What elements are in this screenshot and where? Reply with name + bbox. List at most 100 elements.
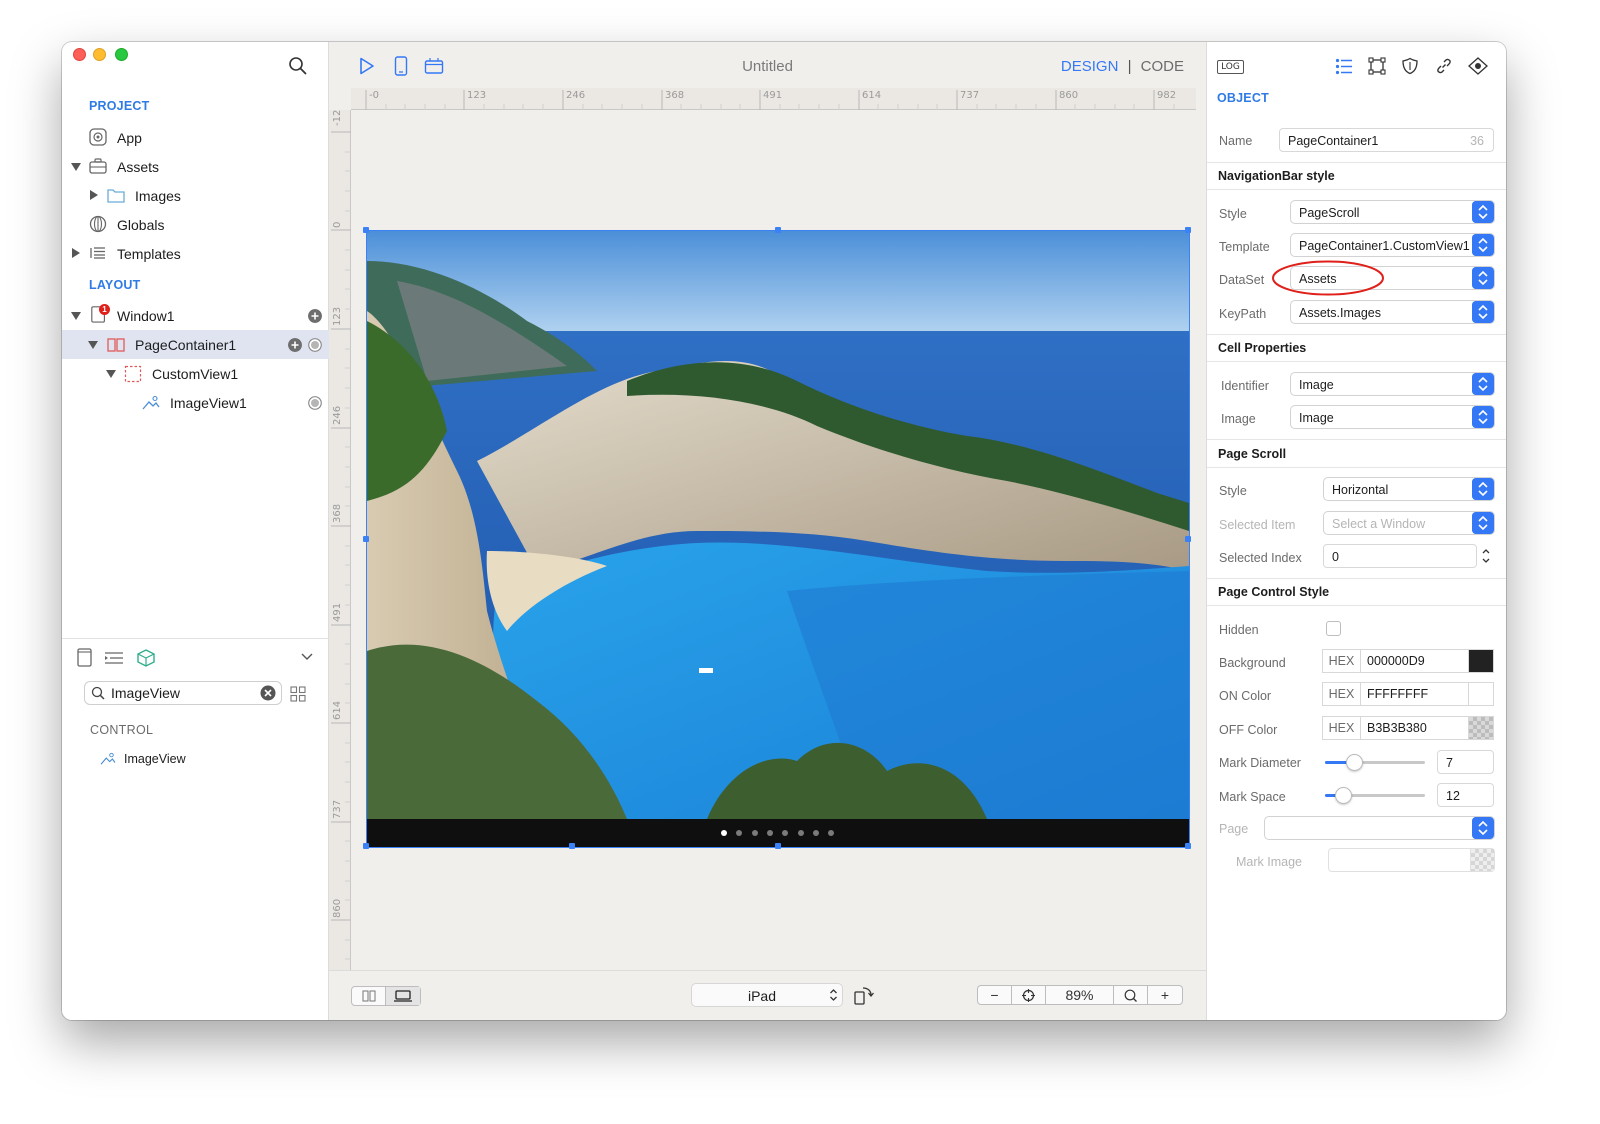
disclosure-triangle-icon[interactable] [71, 163, 81, 171]
resize-handle[interactable] [775, 843, 781, 849]
on-color-field[interactable]: HEX FFFFFFFF [1322, 682, 1494, 706]
slider-knob[interactable] [1346, 754, 1363, 771]
background-color-field[interactable]: HEX 000000D9 [1322, 649, 1494, 673]
resize-handle[interactable] [569, 843, 575, 849]
mark-space-slider[interactable] [1325, 787, 1425, 804]
slider-knob[interactable] [1335, 787, 1352, 804]
rotate-device-icon[interactable] [853, 985, 875, 1005]
tree-item-templates[interactable]: Templates [62, 239, 329, 268]
mark-diameter-field[interactable]: 7 [1437, 750, 1494, 774]
resize-handle[interactable] [1185, 536, 1191, 542]
page-dot[interactable] [813, 830, 819, 836]
style-popup[interactable]: PageScroll [1290, 200, 1495, 224]
portrait-button[interactable] [352, 987, 386, 1005]
resize-handle[interactable] [363, 843, 369, 849]
code-tab[interactable]: CODE [1141, 58, 1184, 75]
mark-image-well[interactable] [1328, 848, 1495, 872]
file-inspector-icon[interactable] [77, 648, 93, 668]
center-toolbar: Untitled DESIGN | CODE [329, 42, 1206, 88]
resize-handle[interactable] [363, 536, 369, 542]
design-canvas-area: Untitled DESIGN | CODE -0 123 246 368 49… [329, 42, 1206, 1020]
device-selector[interactable]: iPad [691, 983, 843, 1007]
page-dot[interactable] [782, 830, 788, 836]
close-window-button[interactable] [73, 48, 86, 61]
tree-item-imageview1[interactable]: ImageView1 [62, 388, 329, 417]
minimize-window-button[interactable] [93, 48, 106, 61]
page-popup[interactable] [1264, 816, 1495, 840]
disclosure-triangle-icon[interactable] [72, 248, 80, 258]
resize-handle[interactable] [363, 227, 369, 233]
error-badge: 1 [99, 304, 110, 315]
page-dot[interactable] [721, 830, 727, 836]
page-dot[interactable] [828, 830, 834, 836]
resize-handle[interactable] [775, 227, 781, 233]
background-color-swatch[interactable] [1468, 650, 1493, 672]
tree-item-window1[interactable]: 1 Window1 [62, 301, 329, 330]
object-inspector-icon[interactable] [1335, 58, 1353, 75]
selected-index-field[interactable]: 0 [1323, 544, 1477, 568]
zoom-out-button[interactable]: − [978, 986, 1012, 1004]
zoom-in-button[interactable]: + [1148, 986, 1182, 1004]
options-circle-icon[interactable] [308, 396, 322, 410]
hidden-checkbox[interactable] [1326, 621, 1341, 636]
resize-handle[interactable] [1185, 227, 1191, 233]
tree-item-label: ImageView1 [170, 394, 247, 411]
link-icon[interactable] [1435, 57, 1453, 75]
beach-photo[interactable] [367, 231, 1189, 819]
options-circle-icon[interactable] [308, 338, 322, 352]
resize-handle[interactable] [1185, 843, 1191, 849]
tree-item-images[interactable]: Images [62, 181, 329, 210]
shield-icon[interactable] [1401, 57, 1419, 75]
tree-item-app[interactable]: App [62, 123, 329, 152]
on-color-swatch[interactable] [1468, 683, 1493, 705]
image-popup[interactable]: Image [1290, 405, 1495, 429]
layout-frame-icon[interactable] [1368, 57, 1386, 75]
page-dot[interactable] [767, 830, 773, 836]
selected-index-label: Selected Index [1219, 551, 1302, 565]
mark-diameter-slider[interactable] [1325, 754, 1425, 771]
disclosure-triangle-icon[interactable] [88, 341, 98, 349]
log-button[interactable]: LOG [1217, 60, 1244, 74]
landscape-button[interactable] [386, 987, 420, 1005]
off-color-field[interactable]: HEX B3B3B380 [1322, 716, 1494, 740]
library-search-input[interactable]: ImageView [111, 685, 180, 701]
search-icon[interactable] [288, 56, 308, 76]
outline-list-icon[interactable] [104, 651, 124, 665]
template-popup[interactable]: PageContainer1.CustomView1 [1290, 233, 1495, 257]
design-tab[interactable]: DESIGN [1061, 58, 1119, 75]
vertical-ruler: -12 0 123 246 368 491 614 737 860 [329, 110, 351, 970]
clear-search-icon[interactable] [260, 685, 276, 701]
ruler-label: 491 [763, 90, 783, 101]
identifier-popup[interactable]: Image [1290, 372, 1495, 396]
library-item-imageview[interactable]: ImageView [62, 748, 329, 770]
zoom-window-button[interactable] [115, 48, 128, 61]
scroll-style-popup[interactable]: Horizontal [1323, 477, 1495, 501]
page-container-preview[interactable] [363, 227, 1191, 849]
disclosure-triangle-icon[interactable] [90, 190, 98, 200]
effects-icon[interactable] [1468, 57, 1488, 75]
tree-item-customview1[interactable]: CustomView1 [62, 359, 329, 388]
tree-item-globals[interactable]: Globals [62, 210, 329, 239]
add-icon[interactable] [288, 338, 302, 352]
keypath-popup[interactable]: Assets.Images [1290, 300, 1495, 324]
mark-space-field[interactable]: 12 [1437, 783, 1494, 807]
name-field[interactable]: PageContainer1 36 [1279, 128, 1494, 152]
selected-item-popup[interactable]: Select a Window [1323, 511, 1495, 535]
page-dot[interactable] [736, 830, 742, 836]
disclosure-triangle-icon[interactable] [106, 370, 116, 378]
keypath-label: KeyPath [1219, 307, 1267, 321]
zoom-fit-button[interactable] [1012, 986, 1046, 1004]
tree-item-pagecontainer1[interactable]: PageContainer1 [62, 330, 329, 359]
page-dot[interactable] [752, 830, 758, 836]
tree-item-assets[interactable]: Assets [62, 152, 329, 181]
page-dot[interactable] [798, 830, 804, 836]
library-search-field[interactable]: ImageView [84, 681, 282, 705]
components-cube-icon[interactable] [136, 648, 156, 668]
off-color-swatch[interactable] [1468, 717, 1493, 739]
disclosure-triangle-icon[interactable] [71, 312, 81, 320]
add-icon[interactable] [308, 309, 322, 323]
chevron-down-icon[interactable] [300, 652, 314, 662]
zoom-actual-button[interactable] [1114, 986, 1148, 1004]
grid-view-icon[interactable] [290, 686, 306, 702]
stepper-icon[interactable] [1481, 547, 1491, 565]
